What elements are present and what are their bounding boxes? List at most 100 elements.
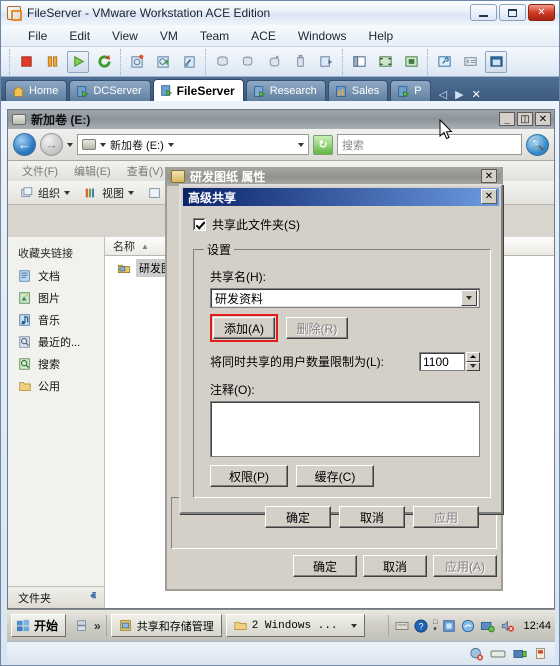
back-button[interactable]: ← (13, 133, 36, 156)
menu-team[interactable]: Team (189, 27, 240, 45)
forward-button[interactable]: → (40, 133, 63, 156)
folders-pane-toggle[interactable]: 文件夹 ⱏ (8, 586, 104, 608)
menu-edit[interactable]: Edit (58, 27, 101, 45)
views-button[interactable]: 视图 (78, 183, 140, 203)
explorer-close-button[interactable]: ✕ (535, 112, 551, 126)
send-ctrl-alt-del-icon[interactable] (315, 51, 337, 73)
refresh-button[interactable]: ↻ (313, 134, 333, 155)
recent-pages-chevron-icon[interactable] (67, 142, 73, 147)
volume-muted-icon[interactable] (500, 619, 515, 633)
menu-vm[interactable]: VM (149, 27, 189, 45)
tab-fileserver[interactable]: FileServer (152, 79, 244, 101)
removable-device-icon[interactable] (490, 648, 506, 660)
network-status-icon[interactable] (480, 619, 496, 633)
chevron-down-icon[interactable] (350, 623, 357, 628)
maximize-button[interactable] (499, 4, 526, 21)
power-off-icon[interactable] (15, 51, 37, 73)
clone-icon[interactable] (211, 51, 233, 73)
quick-switch-icon[interactable] (400, 51, 422, 73)
user-limit-input[interactable]: 1100 (419, 352, 465, 371)
keyboard-icon[interactable] (395, 620, 409, 632)
tab-close-icon[interactable]: ✕ (472, 88, 481, 101)
spinner-up-icon[interactable] (466, 352, 480, 362)
permissions-button[interactable]: 权限(P) (210, 465, 288, 487)
search-icon[interactable]: 🔍 (526, 133, 549, 156)
menu-file[interactable]: File (17, 27, 58, 45)
spinner-down-icon[interactable] (466, 361, 480, 371)
tab-sales[interactable]: Sales (327, 80, 389, 101)
menu-view[interactable]: View (101, 27, 149, 45)
prop-ok-button[interactable]: 确定 (293, 555, 357, 577)
taskbar-item-windows-group[interactable]: 2 Windows ... (225, 614, 365, 637)
server-manager-icon[interactable] (75, 619, 89, 633)
user-limit-spinner[interactable] (466, 352, 480, 371)
snapshot-revert-icon[interactable] (152, 51, 174, 73)
taskbar-item-share-storage[interactable]: 共享和存储管理 (110, 614, 222, 637)
address-input[interactable]: 新加卷 (E:) (77, 134, 309, 155)
adv-ok-button[interactable]: 确定 (265, 506, 331, 528)
tray-expand-icon[interactable]: □ ▾ (433, 619, 437, 633)
disk-activity-icon[interactable] (469, 647, 484, 661)
advanced-sharing-close-button[interactable]: ✕ (481, 189, 497, 204)
tab-scroll-left-icon[interactable]: ◁ (439, 88, 447, 101)
minimize-button[interactable] (470, 4, 497, 21)
explorer-menu-view[interactable]: 查看(V) (119, 161, 172, 181)
remove-share-button[interactable]: 删除(R) (286, 317, 348, 339)
show-sidebar-icon[interactable] (348, 51, 370, 73)
snapshot-manager-icon[interactable] (178, 51, 200, 73)
console-view-icon[interactable] (485, 50, 507, 73)
prop-apply-button[interactable]: 应用(A) (433, 555, 497, 577)
sidebar-item-pictures[interactable]: 图片 (8, 287, 104, 309)
fullscreen-icon[interactable] (374, 51, 396, 73)
close-button[interactable]: ✕ (528, 4, 555, 21)
explorer-restore-button[interactable]: ◫ (517, 112, 533, 126)
sidebar-item-public[interactable]: 公用 (8, 375, 104, 397)
tab-research[interactable]: Research (245, 80, 326, 101)
adv-apply-button[interactable]: 应用 (413, 506, 479, 528)
network-icon[interactable] (442, 619, 456, 633)
clock[interactable]: 12:44 (523, 620, 551, 632)
adv-cancel-button[interactable]: 取消 (339, 506, 405, 528)
suspend-icon[interactable] (41, 51, 63, 73)
delete-vm-icon[interactable] (263, 51, 285, 73)
menu-ace[interactable]: ACE (240, 27, 287, 45)
search-input[interactable]: 搜索 (337, 134, 522, 155)
chevron-down-icon[interactable] (461, 290, 477, 306)
security-icon[interactable] (461, 619, 475, 633)
prop-cancel-button[interactable]: 取消 (363, 555, 427, 577)
explorer-menu-edit[interactable]: 编辑(E) (66, 161, 119, 181)
share-name-combobox[interactable]: 研发资料 (210, 288, 480, 308)
start-button[interactable]: 开始 (11, 614, 67, 637)
sidebar-item-documents[interactable]: 文档 (8, 265, 104, 287)
tab-scroll-right-icon[interactable]: ▶ (455, 88, 463, 101)
snapshot-take-icon[interactable] (126, 51, 148, 73)
share-this-folder-row[interactable]: 共享此文件夹(S) (193, 216, 491, 233)
menu-windows[interactable]: Windows (287, 27, 358, 45)
share-this-folder-checkbox[interactable] (193, 218, 206, 231)
usb-device-icon[interactable] (289, 51, 311, 73)
comment-input[interactable] (210, 401, 480, 457)
preferences-icon[interactable] (433, 51, 455, 73)
help-icon[interactable]: ? (414, 618, 428, 633)
sidebar-item-music[interactable]: 音乐 (8, 309, 104, 331)
summary-view-icon[interactable] (459, 51, 481, 73)
tab-home[interactable]: Home (5, 80, 68, 101)
sidebar-item-recent[interactable]: 最近的... (8, 331, 104, 353)
menu-help[interactable]: Help (358, 27, 405, 45)
add-share-button[interactable]: 添加(A) (213, 317, 275, 339)
usb-icon[interactable] (534, 646, 547, 661)
properties-close-button[interactable]: ✕ (481, 169, 497, 183)
quick-launch-overflow-icon[interactable]: » (94, 619, 101, 633)
clone-multiple-icon[interactable] (237, 51, 259, 73)
tab-p[interactable]: P (390, 80, 431, 101)
address-dropdown-icon[interactable] (298, 142, 304, 147)
network-adapter-icon[interactable] (512, 647, 528, 661)
caching-button[interactable]: 缓存(C) (296, 465, 374, 487)
explorer-menu-file[interactable]: 文件(F) (14, 161, 66, 181)
sidebar-item-search[interactable]: 搜索 (8, 353, 104, 375)
reset-icon[interactable] (93, 51, 115, 73)
explorer-minimize-button[interactable]: _ (499, 112, 515, 126)
organize-button[interactable]: 组织 (14, 183, 76, 203)
tab-dcserver[interactable]: DCServer (69, 80, 151, 101)
power-on-icon[interactable] (67, 50, 89, 73)
